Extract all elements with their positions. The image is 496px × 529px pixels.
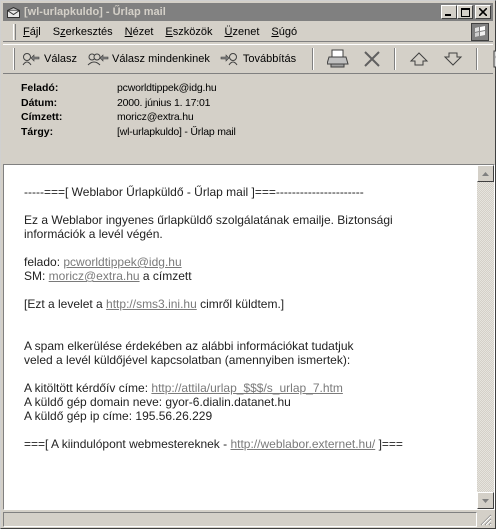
- footer-suffix: ]===: [375, 437, 403, 451]
- subject-label: Tárgy:: [21, 125, 54, 138]
- message-body[interactable]: -----===[ Weblabor Űrlapküldő - Űrlap ma…: [4, 165, 477, 509]
- envelope-icon: [6, 5, 20, 19]
- window-title: [wl-urlapkuldo] - Űrlap mail: [24, 6, 166, 18]
- footer-link[interactable]: http://weblabor.externet.hu/: [230, 437, 375, 451]
- reply-all-button[interactable]: Válasz mindenkinek: [87, 52, 210, 66]
- menu-tools[interactable]: Eszközök: [165, 26, 212, 38]
- date-row: Dátum: 2000. június 1. 17:01: [21, 96, 493, 111]
- minimize-button[interactable]: [441, 5, 457, 19]
- date-label: Dátum:: [21, 96, 58, 109]
- sm-prefix: SM:: [24, 269, 49, 283]
- reply-icon: [21, 52, 41, 66]
- scroll-down-button[interactable]: [477, 492, 494, 509]
- sent-line: [Ezt a levelet a http://sms3.ini.hu cimr…: [24, 297, 477, 311]
- title-bar[interactable]: [wl-urlapkuldo] - Űrlap mail: [3, 3, 493, 21]
- from-row: Feladó: pcworldtippek@idg.hu: [21, 81, 493, 96]
- form-prefix: A kitöltött kérdőív címe:: [24, 381, 152, 395]
- intro-line-1: Ez a Weblabor ingyenes űrlapküldő szolgá…: [24, 213, 393, 227]
- status-panel: [3, 512, 477, 527]
- menu-bar: Fájl Szerkesztés Nézet Eszközök Üzenet S…: [3, 22, 493, 42]
- sm-link[interactable]: moricz@extra.hu: [49, 269, 140, 283]
- to-value[interactable]: moricz@extra.hu: [117, 111, 194, 123]
- reply-all-icon: [87, 52, 109, 66]
- forward-label: Továbbítás: [242, 53, 297, 65]
- felado-prefix: felado:: [24, 255, 64, 269]
- date-value: 2000. június 1. 17:01: [117, 96, 211, 109]
- next-icon[interactable]: [443, 51, 463, 67]
- form-link[interactable]: http://attila/urlap_$$$/s_urlap_7.htm: [151, 381, 342, 395]
- resize-grip-icon[interactable]: [480, 514, 492, 526]
- mail-window: [wl-urlapkuldo] - Űrlap mail Fájl Szerke…: [0, 0, 496, 529]
- menu-help[interactable]: Súgó: [271, 26, 297, 38]
- toolbar-separator-2: [394, 48, 397, 70]
- message-body-frame: -----===[ Weblabor Űrlapküldő - Űrlap ma…: [3, 164, 495, 510]
- forward-button[interactable]: Továbbítás: [220, 52, 296, 66]
- close-button[interactable]: [475, 5, 491, 19]
- subject-value: [wl-urlapkuldo] - Űrlap mail: [117, 125, 236, 138]
- form-line: A kitöltött kérdőív címe: http://attila/…: [24, 381, 477, 395]
- status-bar: [3, 512, 493, 527]
- felado-link[interactable]: pcworldtippek@idg.hu: [63, 255, 181, 269]
- vertical-scrollbar[interactable]: [477, 165, 494, 509]
- toolbar-separator-3: [476, 48, 479, 70]
- sent-prefix: [Ezt a levelet a: [24, 297, 107, 311]
- toolbar-separator: [312, 48, 315, 70]
- menu-message[interactable]: Üzenet: [225, 26, 260, 38]
- to-label: Címzett:: [21, 111, 63, 124]
- sent-link[interactable]: http://sms3.ini.hu: [106, 297, 197, 311]
- spam-line-2: veled a levél küldőjével kapcsolatban (a…: [24, 353, 351, 367]
- reply-button[interactable]: Válasz: [21, 52, 77, 66]
- banner-line: -----===[ Weblabor Űrlapküldő - Űrlap ma…: [24, 185, 364, 199]
- toolbar-grip[interactable]: [13, 48, 15, 70]
- reply-label: Válasz: [44, 53, 78, 65]
- sent-suffix: cimről küldtem.]: [196, 297, 285, 311]
- reply-all-label: Válasz mindenkinek: [112, 53, 210, 65]
- maximize-button[interactable]: [457, 5, 473, 19]
- footer-prefix: ===[ A kiindulópont webmestereknek -: [24, 437, 231, 451]
- scroll-up-button[interactable]: [477, 165, 494, 182]
- subject-row: Tárgy: [wl-urlapkuldo] - Űrlap mail: [21, 125, 493, 140]
- sm-suffix: a címzett: [139, 269, 192, 283]
- domain-line: A küldő gép domain neve: gyor-6.dialin.d…: [24, 395, 291, 409]
- toolbar: Válasz Válasz mindenkinek Továbbítás: [3, 44, 496, 74]
- intro-line-2: információk a levél végén.: [24, 227, 163, 241]
- from-label: Feladó:: [21, 82, 59, 95]
- delete-icon[interactable]: [363, 50, 381, 68]
- menu-grip[interactable]: [13, 23, 16, 40]
- print-icon[interactable]: [327, 49, 349, 69]
- to-row: Címzett: moricz@extra.hu: [21, 110, 493, 125]
- previous-icon[interactable]: [409, 51, 429, 67]
- menu-edit[interactable]: Szerkesztés: [53, 26, 113, 38]
- menu-file[interactable]: Fájl: [23, 26, 41, 38]
- felado-line: felado: pcworldtippek@idg.hu: [24, 255, 477, 269]
- forward-icon: [220, 52, 240, 66]
- sm-line: SM: moricz@extra.hu a címzett: [24, 269, 477, 283]
- from-value[interactable]: pcworldtippek@idg.hu: [117, 82, 217, 94]
- ip-line: A küldő gép ip címe: 195.56.26.229: [24, 409, 213, 423]
- footer-line: ===[ A kiindulópont webmestereknek - htt…: [24, 437, 477, 451]
- windows-logo-icon: [471, 23, 489, 41]
- message-header: Feladó: pcworldtippek@idg.hu Dátum: 2000…: [3, 77, 493, 162]
- menu-view[interactable]: Nézet: [125, 26, 154, 38]
- address-book-icon[interactable]: [491, 49, 496, 69]
- spam-line-1: A spam elkerülése érdekében az alábbi in…: [24, 339, 354, 353]
